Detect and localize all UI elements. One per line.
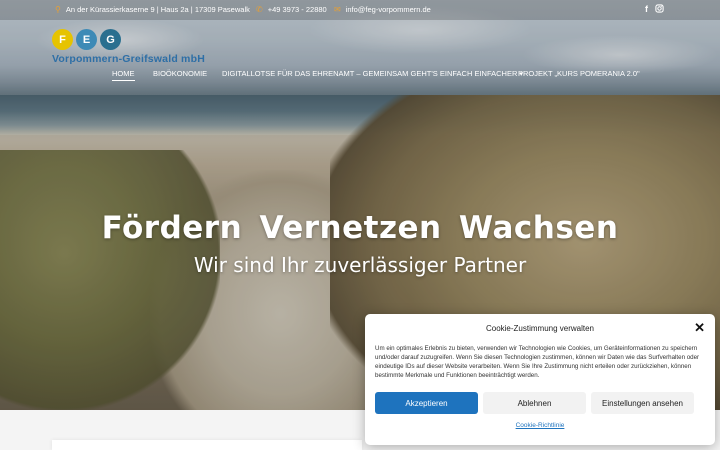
nav-item-digitallotse-label: DIGITALLOTSE FÜR DAS EHRENAMT – GEMEINSA… <box>222 69 518 78</box>
cookie-title: Cookie-Zustimmung verwalten <box>485 324 595 333</box>
nav-item-biooekonomie[interactable]: BIOÖKONOMIE <box>153 69 207 78</box>
social-links: f <box>645 4 664 15</box>
hero-subline: Wir sind Ihr zuverlässiger Partner <box>193 253 527 277</box>
facebook-icon[interactable]: f <box>645 4 648 15</box>
address-text: An der Kürassierkaserne 9 | Haus 2a | 17… <box>65 5 250 14</box>
phone-icon: ✆ <box>256 5 263 14</box>
logo-letter-e: E <box>76 29 97 50</box>
cookie-consent-dialog: Cookie-Zustimmung verwalten ✕ Um ein opt… <box>365 314 715 445</box>
logo-letter-g: G <box>100 29 121 50</box>
nav-item-home[interactable]: HOME <box>112 69 135 81</box>
cookie-policy-link[interactable]: Cookie-Richtlinie <box>365 422 715 429</box>
cookie-text: Um ein optimales Erlebnis zu bieten, ver… <box>375 345 700 379</box>
email-item[interactable]: ✉ info@feg-vorpommern.de <box>334 5 431 14</box>
logo-circles: F E G <box>52 29 205 50</box>
main-navigation: HOME BIOÖKONOMIE DIGITALLOTSE FÜR DAS EH… <box>0 69 720 81</box>
view-preferences-button[interactable]: Einstellungen ansehen <box>591 392 694 414</box>
instagram-icon[interactable] <box>655 4 664 15</box>
phone-text[interactable]: +49 3973 - 22880 <box>268 5 327 14</box>
nav-item-kurs-pomerania[interactable]: PROJEKT „KURS POMERANIA 2.0" <box>518 69 640 78</box>
accept-button[interactable]: Akzeptieren <box>375 392 478 414</box>
logo-company-name: Vorpommern-Greifswald mbH <box>52 53 205 65</box>
envelope-icon: ✉ <box>334 5 341 14</box>
content-card <box>52 440 362 450</box>
nav-item-digitallotse[interactable]: DIGITALLOTSE FÜR DAS EHRENAMT – GEMEINSA… <box>222 69 523 78</box>
deny-button[interactable]: Ablehnen <box>483 392 586 414</box>
email-text[interactable]: info@feg-vorpommern.de <box>346 5 431 14</box>
address-item: ⚲ An der Kürassierkaserne 9 | Haus 2a | … <box>55 5 250 14</box>
map-pin-icon: ⚲ <box>55 5 61 14</box>
top-contact-bar: ⚲ An der Kürassierkaserne 9 | Haus 2a | … <box>0 0 720 20</box>
hero-headline: Fördern Vernetzen Wachsen <box>101 210 619 246</box>
site-logo[interactable]: F E G Vorpommern-Greifswald mbH <box>52 29 205 65</box>
logo-letter-f: F <box>52 29 73 50</box>
phone-item[interactable]: ✆ +49 3973 - 22880 <box>256 5 327 14</box>
close-icon[interactable]: ✕ <box>694 320 705 336</box>
